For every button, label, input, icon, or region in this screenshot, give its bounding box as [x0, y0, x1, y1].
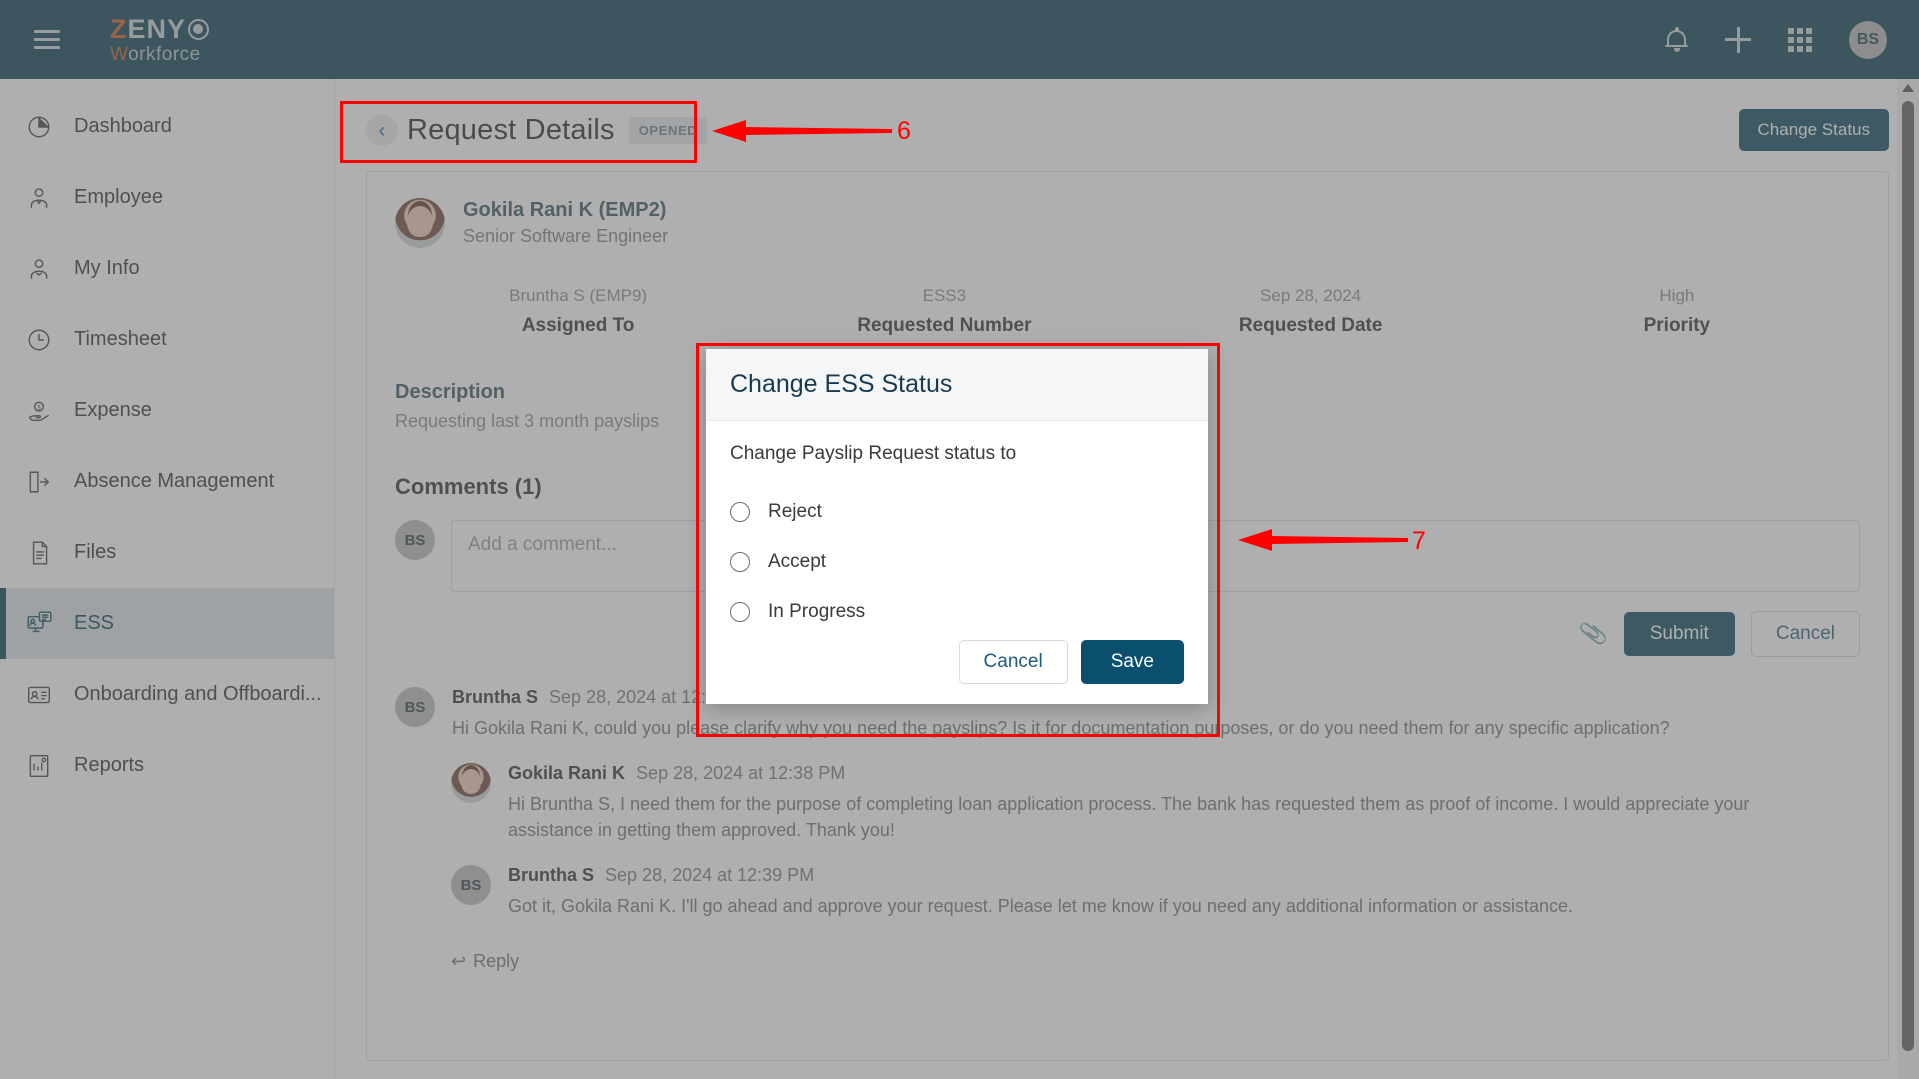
dialog-title: Change ESS Status: [706, 349, 1208, 421]
dialog-save-button[interactable]: Save: [1080, 640, 1184, 684]
radio-option-in-progress[interactable]: In Progress: [730, 587, 1184, 637]
dialog-prompt: Change Payslip Request status to: [730, 443, 1017, 464]
change-ess-status-dialog: Change ESS Status Change Payslip Request…: [706, 349, 1208, 704]
status-radio-group: Reject Accept In Progress: [730, 487, 1184, 637]
radio-circle-icon[interactable]: [730, 552, 750, 572]
radio-label: In Progress: [768, 601, 866, 622]
radio-option-accept[interactable]: Accept: [730, 537, 1184, 587]
radio-circle-icon[interactable]: [730, 602, 750, 622]
annotation-arrow-6: [712, 115, 892, 150]
radio-label: Reject: [768, 501, 822, 522]
dialog-body: Change Payslip Request status to Reject …: [706, 421, 1208, 637]
dialog-footer: Cancel Save: [958, 640, 1184, 684]
annotation-arrow-7: [1238, 524, 1408, 559]
application-root: ZENY Workforce BS: [0, 0, 1919, 1079]
dialog-cancel-button[interactable]: Cancel: [958, 640, 1068, 684]
radio-circle-icon[interactable]: [730, 502, 750, 522]
radio-label: Accept: [768, 551, 827, 572]
radio-option-reject[interactable]: Reject: [730, 487, 1184, 537]
